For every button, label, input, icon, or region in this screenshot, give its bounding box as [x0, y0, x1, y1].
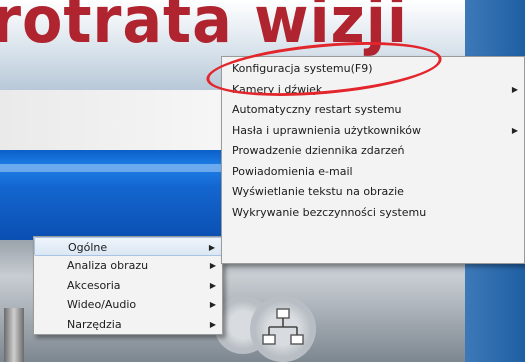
menu-item-label: Automatyczny restart systemu: [232, 103, 402, 116]
chevron-right-icon: ▶: [208, 243, 215, 252]
chevron-right-icon: ▶: [209, 300, 216, 310]
menu-item-hasla-i-uprawnienia[interactable]: Hasła i uprawnienia użytkowników ▶: [222, 121, 524, 142]
menu-item-label: Wykrywanie bezczynności systemu: [232, 205, 427, 219]
menu-item-label: Hasła i uprawnienia użytkowników: [232, 123, 421, 137]
menu-item-powiadomienia-email[interactable]: Powiadomienia e-mail: [222, 162, 524, 183]
menu-item-dziennik-zdarzen[interactable]: Prowadzenie dziennika zdarzeń: [222, 141, 524, 162]
tools-icon[interactable]: [4, 308, 24, 362]
chevron-right-icon: ▶: [511, 125, 518, 135]
chevron-right-icon: ▶: [209, 319, 216, 329]
menu-item-ogolne[interactable]: Ogólne ▶: [34, 237, 222, 257]
main-context-menu: Ogólne ▶ Analiza obrazu ▶ Akcesoria ▶ Wi…: [33, 236, 223, 335]
chevron-right-icon: ▶: [511, 84, 518, 94]
menu-item-akcesoria[interactable]: Akcesoria ▶: [34, 276, 222, 295]
menu-item-label: Powiadomienia e-mail: [232, 164, 353, 178]
menu-item-label: Ogólne: [68, 241, 108, 254]
menu-item-automatyczny-restart[interactable]: Automatyczny restart systemu: [222, 100, 524, 121]
menu-item-label: Prowadzenie dziennika zdarzeń: [232, 144, 405, 157]
menu-item-wyswietlanie-tekstu[interactable]: Wyświetlanie tekstu na obrazie: [222, 182, 524, 203]
menu-item-label: Wyświetlanie tekstu na obrazie: [232, 185, 404, 198]
menu-item-label: Analiza obrazu: [67, 259, 149, 273]
chevron-right-icon: ▶: [209, 261, 216, 271]
menu-item-label: Wideo/Audio: [67, 298, 137, 312]
network-icon[interactable]: [250, 296, 316, 362]
menu-item-label: Akcesoria: [67, 278, 121, 292]
menu-item-label: Narzędzia: [67, 317, 122, 331]
menu-item-wykrywanie-bezczynnosci[interactable]: Wykrywanie bezczynności systemu: [222, 203, 524, 224]
menu-item-wideo-audio[interactable]: Wideo/Audio ▶: [34, 295, 222, 314]
menu-item-narzedzia[interactable]: Narzędzia ▶: [34, 315, 222, 334]
menu-item-analiza-obrazu[interactable]: Analiza obrazu ▶: [34, 256, 222, 275]
chevron-right-icon: ▶: [209, 280, 216, 290]
network-icon-glyph: [262, 308, 304, 345]
